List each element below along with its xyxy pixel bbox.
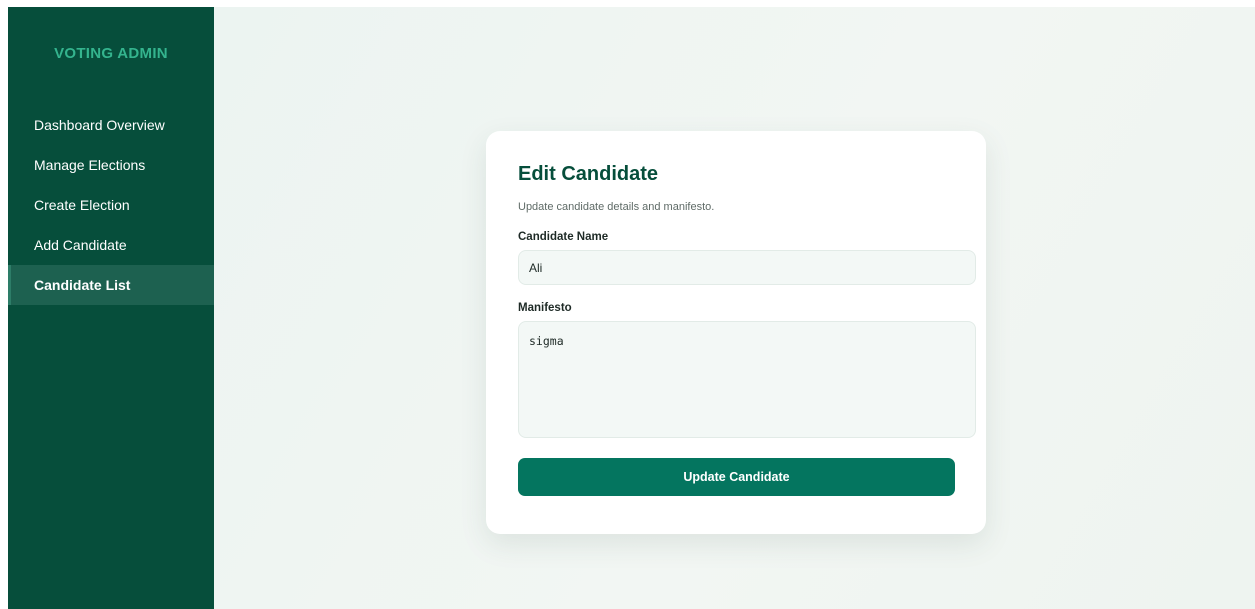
page-title: Edit Candidate [518, 163, 659, 185]
page-subtitle: Update candidate details and manifesto. [518, 201, 715, 213]
sidebar-item-candidate-list[interactable]: Candidate List [8, 265, 214, 305]
candidate-name-label: Candidate Name [518, 231, 609, 243]
edit-candidate-card: Edit Candidate Update candidate details … [486, 131, 986, 534]
sidebar-nav: Dashboard Overview Manage Elections Crea… [8, 105, 214, 305]
manifesto-textarea[interactable]: sigma [518, 321, 976, 438]
manifesto-label: Manifesto [518, 302, 572, 314]
app-frame: VOTING ADMIN Dashboard Overview Manage E… [8, 7, 1255, 609]
sidebar-item-create-election[interactable]: Create Election [8, 185, 214, 225]
update-candidate-button[interactable]: Update Candidate [518, 458, 955, 496]
main-content: Edit Candidate Update candidate details … [214, 7, 1255, 609]
candidate-name-input[interactable] [518, 250, 976, 285]
brand-title: VOTING ADMIN [54, 45, 168, 62]
sidebar: VOTING ADMIN Dashboard Overview Manage E… [8, 7, 214, 609]
sidebar-item-manage-elections[interactable]: Manage Elections [8, 145, 214, 185]
sidebar-item-add-candidate[interactable]: Add Candidate [8, 225, 214, 265]
sidebar-item-dashboard-overview[interactable]: Dashboard Overview [8, 105, 214, 145]
